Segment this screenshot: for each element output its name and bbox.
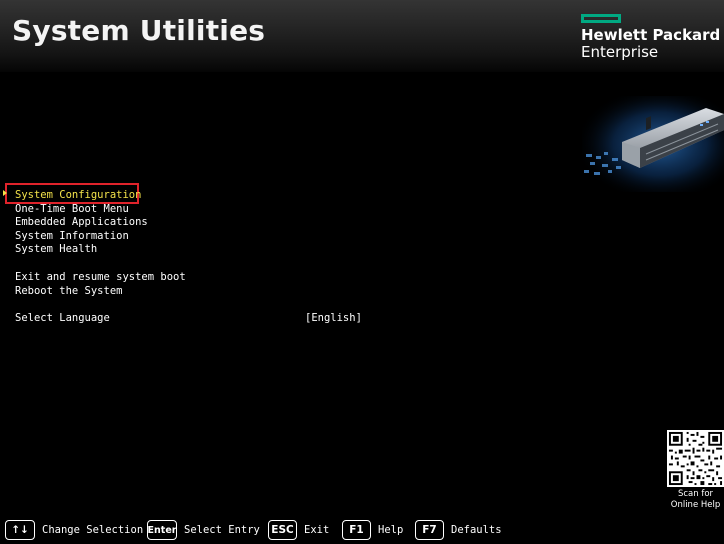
hint-label: Exit xyxy=(304,524,330,536)
menu-item-embedded-applications[interactable]: Embedded Applications xyxy=(15,216,148,229)
menu-item-system-configuration[interactable]: System Configuration xyxy=(15,189,141,202)
hint-label: Help xyxy=(378,524,404,536)
page-title: System Utilities xyxy=(12,14,266,47)
hint-defaults: F7 Defaults xyxy=(415,519,502,541)
hint-exit: ESC Exit xyxy=(268,519,329,541)
header-bar: System Utilities Hewlett Packard Enterpr… xyxy=(0,0,724,72)
qr-code-icon xyxy=(667,430,724,487)
qr-caption-line2: Online Help xyxy=(670,500,721,510)
hint-label: Change Selection xyxy=(42,524,144,536)
key-hints-bar: ↑↓ Change Selection Enter Select Entry E… xyxy=(0,519,724,544)
f1-key-icon: F1 xyxy=(342,520,371,540)
hpe-logo: Hewlett Packard Enterprise xyxy=(581,14,724,61)
menu-item-select-language[interactable]: Select Language xyxy=(15,312,110,325)
selection-pointer-icon xyxy=(3,190,7,196)
enter-key-icon: Enter xyxy=(147,520,177,540)
up-down-arrows-icon: ↑↓ xyxy=(5,520,35,540)
brand-name-line2: Enterprise xyxy=(581,43,659,61)
server-illustration xyxy=(582,96,724,192)
hint-label: Select Entry xyxy=(184,524,260,536)
online-help-qr: Scan for Online Help xyxy=(667,430,724,511)
menu-item-one-time-boot-menu[interactable]: One-Time Boot Menu xyxy=(15,203,129,216)
hint-help: F1 Help xyxy=(342,519,403,541)
menu-item-exit-and-resume-boot[interactable]: Exit and resume system boot xyxy=(15,271,186,284)
f7-key-icon: F7 xyxy=(415,520,444,540)
esc-key-icon: ESC xyxy=(268,520,297,540)
hint-change-selection: ↑↓ Change Selection xyxy=(5,519,143,541)
menu-item-reboot-system[interactable]: Reboot the System xyxy=(15,285,122,298)
menu-item-system-health[interactable]: System Health xyxy=(15,243,97,256)
brand-name-line1: Hewlett Packard xyxy=(581,26,721,44)
qr-caption-line1: Scan for xyxy=(677,489,714,499)
hint-label: Defaults xyxy=(451,524,502,536)
language-value[interactable]: [English] xyxy=(305,312,362,325)
hint-select-entry: Enter Select Entry xyxy=(147,519,260,541)
hpe-element-icon xyxy=(581,14,621,23)
menu-item-system-information[interactable]: System Information xyxy=(15,230,129,243)
